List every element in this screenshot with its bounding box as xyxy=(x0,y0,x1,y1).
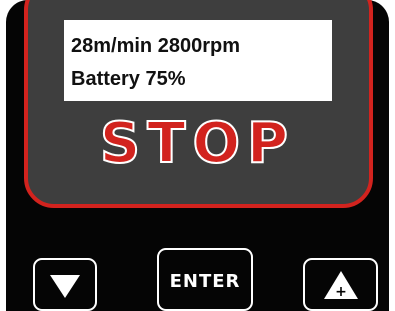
status-stop-label: STOP xyxy=(99,111,296,176)
lcd-screen: 28m/min 2800rpm Battery 75% xyxy=(64,20,332,101)
up-triangle-plus-icon: + xyxy=(322,269,360,301)
up-button[interactable]: + xyxy=(303,258,378,311)
enter-button[interactable]: ENTER xyxy=(157,248,253,311)
enter-button-label: ENTER xyxy=(169,271,241,292)
lcd-speed-readout: 28m/min 2800rpm xyxy=(71,35,240,57)
controller-device: 28m/min 2800rpm Battery 75% STOP ENTER + xyxy=(0,0,395,311)
down-triangle-icon xyxy=(48,270,82,300)
up-button-plus-symbol: + xyxy=(335,284,347,300)
down-button[interactable] xyxy=(33,258,97,311)
lcd-battery-readout: Battery 75% xyxy=(71,68,186,90)
